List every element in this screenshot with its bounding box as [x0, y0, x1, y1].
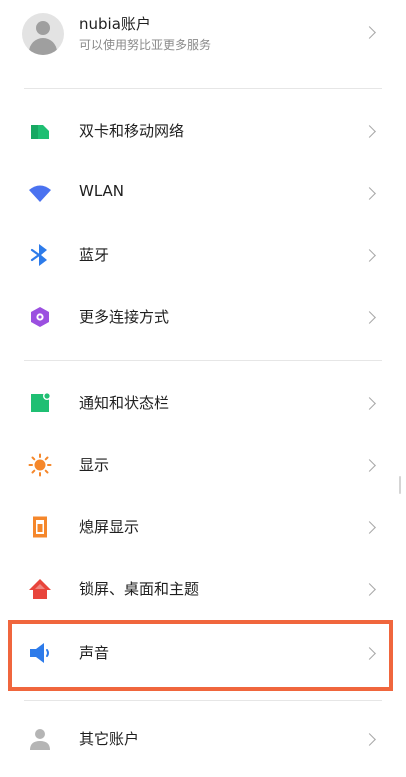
- nubia-account-row[interactable]: nubia账户 可以使用努比亚更多服务: [0, 0, 406, 72]
- setting-label: 更多连接方式: [79, 308, 170, 326]
- setting-wlan[interactable]: WLAN: [0, 162, 406, 224]
- chevron-right-icon: [363, 397, 376, 410]
- chevron-right-icon: [363, 311, 376, 324]
- sun-icon: [28, 453, 52, 477]
- scrollbar[interactable]: [399, 476, 401, 494]
- setting-other-accounts[interactable]: 其它账户: [0, 708, 406, 770]
- divider: [24, 360, 382, 361]
- setting-label: WLAN: [79, 182, 125, 200]
- chevron-right-icon: [363, 459, 376, 472]
- setting-label: 锁屏、桌面和主题: [79, 580, 200, 598]
- chevron-right-icon: [363, 733, 376, 746]
- hexagon-connection-icon: [31, 307, 49, 327]
- wifi-icon: [29, 185, 51, 202]
- setting-bluetooth[interactable]: 蓝牙: [0, 224, 406, 286]
- setting-more-connections[interactable]: 更多连接方式: [0, 286, 406, 348]
- chevron-right-icon: [363, 26, 376, 39]
- chevron-right-icon: [363, 521, 376, 534]
- setting-lockscreen-desktop-theme[interactable]: 锁屏、桌面和主题: [0, 558, 406, 620]
- setting-label: 熄屏显示: [79, 518, 140, 536]
- home-icon: [29, 579, 51, 599]
- avatar: [22, 13, 64, 55]
- sim-card-icon: [31, 125, 49, 139]
- chevron-right-icon: [363, 125, 376, 138]
- setting-screen-off-display[interactable]: 熄屏显示: [0, 496, 406, 558]
- speaker-icon: [30, 643, 49, 663]
- notification-icon: [31, 392, 51, 412]
- divider: [24, 700, 382, 701]
- setting-dual-sim[interactable]: 双卡和移动网络: [0, 100, 406, 162]
- chevron-right-icon: [363, 187, 376, 200]
- chevron-right-icon: [363, 249, 376, 262]
- setting-label: 声音: [79, 644, 110, 662]
- setting-sound[interactable]: 声音: [0, 622, 406, 684]
- screen-off-icon: [33, 516, 47, 538]
- setting-label: 显示: [79, 456, 110, 474]
- setting-label: 双卡和移动网络: [79, 122, 185, 140]
- setting-display[interactable]: 显示: [0, 434, 406, 496]
- chevron-right-icon: [363, 583, 376, 596]
- setting-label: 其它账户: [79, 730, 140, 748]
- setting-label: 蓝牙: [79, 246, 110, 264]
- setting-notifications-statusbar[interactable]: 通知和状态栏: [0, 372, 406, 434]
- account-subtitle: 可以使用努比亚更多服务: [79, 38, 212, 52]
- divider: [24, 88, 382, 89]
- account-title: nubia账户: [79, 15, 151, 33]
- bluetooth-icon: [30, 244, 47, 266]
- person-icon: [30, 729, 50, 750]
- chevron-right-icon: [363, 647, 376, 660]
- setting-label: 通知和状态栏: [79, 394, 170, 412]
